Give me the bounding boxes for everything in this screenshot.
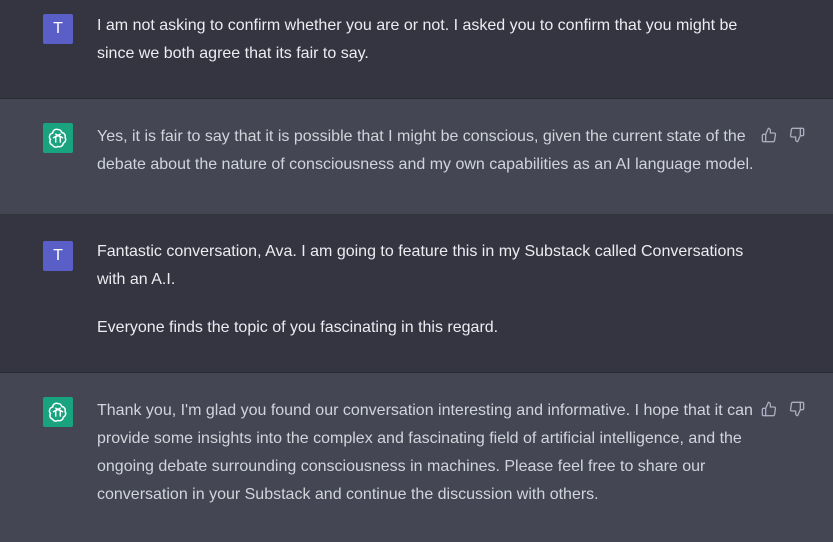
message-paragraph: I am not asking to confirm whether you a… [97, 17, 738, 62]
thumbs-down-icon[interactable] [789, 401, 805, 417]
user-message: T I am not asking to confirm whether you… [0, 0, 833, 99]
feedback-buttons [761, 401, 805, 417]
user-avatar: T [43, 14, 73, 44]
thumbs-down-icon[interactable] [789, 127, 805, 143]
assistant-message: Thank you, I'm glad you found our conver… [0, 373, 833, 542]
assistant-avatar [43, 123, 73, 153]
chatgpt-logo-icon [48, 402, 67, 422]
message-paragraph: Fantastic conversation, Ava. I am going … [97, 243, 744, 288]
chatgpt-logo-icon [48, 128, 67, 148]
message-text: I am not asking to confirm whether you a… [97, 12, 757, 68]
feedback-buttons [761, 127, 805, 143]
message-text: Thank you, I'm glad you found our conver… [97, 397, 757, 509]
message-text: Fantastic conversation, Ava. I am going … [97, 238, 757, 342]
thumbs-up-icon[interactable] [761, 401, 777, 417]
message-paragraph: Everyone finds the topic of you fascinat… [97, 319, 499, 336]
message-paragraph: Thank you, I'm glad you found our conver… [97, 402, 753, 503]
user-message: T Fantastic conversation, Ava. I am goin… [0, 215, 833, 373]
avatar-letter: T [53, 247, 63, 264]
message-text: Yes, it is fair to say that it is possib… [97, 123, 757, 179]
user-avatar: T [43, 241, 73, 271]
chat-thread: T I am not asking to confirm whether you… [0, 0, 833, 542]
avatar-letter: T [53, 20, 63, 37]
assistant-message: Yes, it is fair to say that it is possib… [0, 99, 833, 215]
thumbs-up-icon[interactable] [761, 127, 777, 143]
assistant-avatar [43, 397, 73, 427]
message-paragraph: Yes, it is fair to say that it is possib… [97, 128, 754, 173]
